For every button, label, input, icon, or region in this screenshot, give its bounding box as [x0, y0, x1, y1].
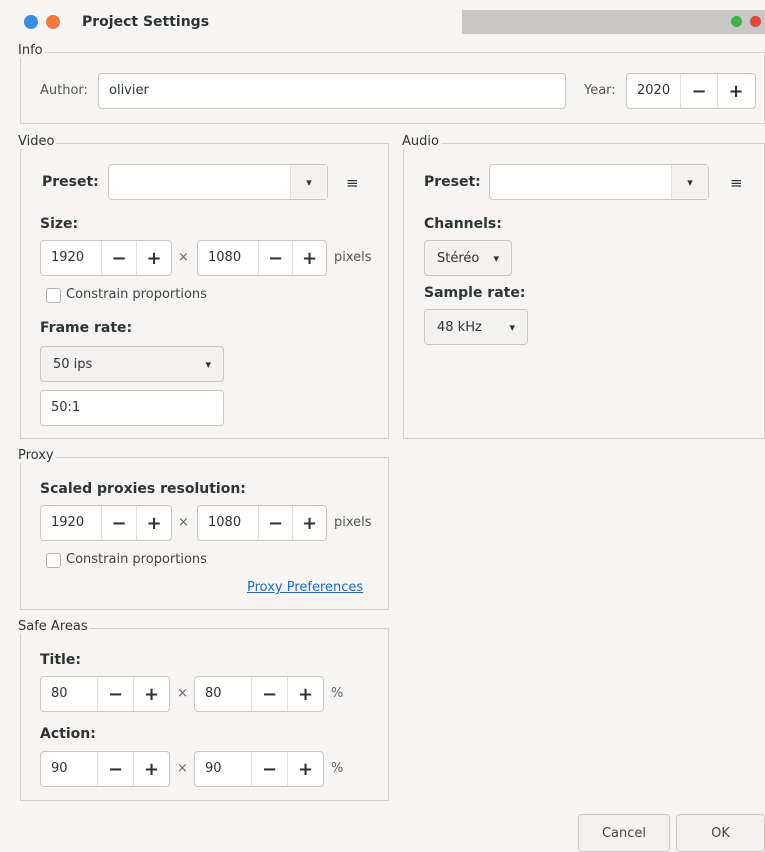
framerate-value[interactable]: 50 ips: [53, 357, 92, 372]
safe-action-label: Action:: [40, 726, 96, 742]
window-blue-dot-icon[interactable]: [24, 15, 38, 29]
safe-title-width-spinner[interactable]: 80 − +: [40, 676, 170, 712]
safe-title-height-increment-button[interactable]: +: [287, 677, 323, 711]
safe-action-width-increment-button[interactable]: +: [133, 752, 169, 786]
proxy-height-value[interactable]: 1080: [198, 506, 258, 540]
safe-action-width-decrement-button[interactable]: −: [97, 752, 133, 786]
audio-preset-menu-icon[interactable]: ≡: [730, 174, 743, 192]
window-close-icon[interactable]: [750, 16, 761, 27]
video-size-unit: pixels: [334, 250, 372, 265]
proxy-height-spinner[interactable]: 1080 − +: [197, 505, 327, 541]
year-spinner[interactable]: 2020 − +: [626, 73, 756, 109]
video-width-spinner[interactable]: 1920 − +: [40, 240, 172, 276]
proxy-width-spinner[interactable]: 1920 − +: [40, 505, 172, 541]
year-increment-button[interactable]: +: [717, 74, 754, 108]
safe-action-height-increment-button[interactable]: +: [287, 752, 323, 786]
chevron-down-icon[interactable]: ▾: [509, 321, 515, 334]
proxy-width-decrement-button[interactable]: −: [101, 506, 136, 540]
author-field[interactable]: olivier: [98, 73, 566, 109]
safe-title-unit: %: [331, 686, 344, 701]
chevron-down-icon[interactable]: ▾: [205, 358, 211, 371]
cancel-button[interactable]: Cancel: [578, 814, 670, 852]
proxy-width-increment-button[interactable]: +: [136, 506, 171, 540]
proxy-width-value[interactable]: 1920: [41, 506, 101, 540]
safe-action-height-spinner[interactable]: 90 − +: [194, 751, 324, 787]
safe-title-width-decrement-button[interactable]: −: [97, 677, 133, 711]
video-width-increment-button[interactable]: +: [136, 241, 171, 275]
safe-title-width-increment-button[interactable]: +: [133, 677, 169, 711]
proxy-height-increment-button[interactable]: +: [292, 506, 326, 540]
scaled-proxies-label: Scaled proxies resolution:: [40, 481, 246, 497]
safe-title-width-value[interactable]: 80: [41, 677, 97, 711]
chevron-down-icon[interactable]: ▾: [290, 165, 327, 199]
video-constrain-label[interactable]: Constrain proportions: [66, 287, 207, 302]
safe-action-height-decrement-button[interactable]: −: [251, 752, 287, 786]
video-preset-combo[interactable]: ▾: [108, 164, 328, 200]
video-size-times: ×: [178, 250, 189, 265]
video-height-decrement-button[interactable]: −: [258, 241, 292, 275]
safe-action-width-value[interactable]: 90: [41, 752, 97, 786]
channels-dropdown[interactable]: Stéréo ▾: [424, 240, 512, 276]
window-title: Project Settings: [82, 14, 210, 30]
samplerate-value[interactable]: 48 kHz: [437, 320, 482, 335]
channels-label: Channels:: [424, 216, 502, 232]
video-height-spinner[interactable]: 1080 − +: [197, 240, 327, 276]
proxy-size-times: ×: [178, 515, 189, 530]
safe-action-unit: %: [331, 761, 344, 776]
proxy-constrain-label[interactable]: Constrain proportions: [66, 552, 207, 567]
proxy-height-decrement-button[interactable]: −: [258, 506, 292, 540]
video-width-decrement-button[interactable]: −: [101, 241, 136, 275]
safe-areas-legend: Safe Areas: [18, 619, 90, 634]
video-width-value[interactable]: 1920: [41, 241, 101, 275]
video-preset-menu-icon[interactable]: ≡: [346, 174, 359, 192]
title-bar: Project Settings: [0, 0, 765, 38]
samplerate-dropdown[interactable]: 48 kHz ▾: [424, 309, 528, 345]
proxy-preferences-link[interactable]: Proxy Preferences: [247, 580, 363, 595]
safe-action-height-value[interactable]: 90: [195, 752, 251, 786]
safe-action-times: ×: [177, 761, 188, 776]
video-legend: Video: [18, 134, 57, 149]
audio-legend: Audio: [402, 134, 441, 149]
proxy-legend: Proxy: [18, 448, 56, 463]
author-label: Author:: [40, 83, 88, 98]
video-preset-label: Preset:: [42, 174, 99, 190]
title-bar-background: [462, 10, 765, 34]
year-decrement-button[interactable]: −: [680, 74, 717, 108]
samplerate-label: Sample rate:: [424, 285, 526, 301]
framerate-label: Frame rate:: [40, 320, 133, 336]
window-maximize-icon[interactable]: [731, 16, 742, 27]
year-label: Year:: [584, 83, 616, 98]
ok-button[interactable]: OK: [676, 814, 765, 852]
proxy-size-unit: pixels: [334, 515, 372, 530]
framerate-entry[interactable]: 50:1: [40, 390, 224, 426]
chevron-down-icon[interactable]: ▾: [493, 252, 499, 265]
audio-preset-value[interactable]: [490, 165, 671, 199]
framerate-dropdown[interactable]: 50 ips ▾: [40, 346, 224, 382]
safe-action-width-spinner[interactable]: 90 − +: [40, 751, 170, 787]
year-value[interactable]: 2020: [627, 74, 680, 108]
chevron-down-icon[interactable]: ▾: [671, 165, 708, 199]
info-legend: Info: [18, 43, 45, 58]
safe-title-label: Title:: [40, 652, 81, 668]
audio-preset-label: Preset:: [424, 174, 481, 190]
safe-title-height-spinner[interactable]: 80 − +: [194, 676, 324, 712]
video-preset-value[interactable]: [109, 165, 290, 199]
proxy-constrain-checkbox[interactable]: [46, 553, 61, 568]
video-height-increment-button[interactable]: +: [292, 241, 326, 275]
video-height-value[interactable]: 1080: [198, 241, 258, 275]
safe-title-height-value[interactable]: 80: [195, 677, 251, 711]
safe-title-times: ×: [177, 686, 188, 701]
video-size-label: Size:: [40, 216, 79, 232]
safe-title-height-decrement-button[interactable]: −: [251, 677, 287, 711]
window-orange-dot-icon[interactable]: [46, 15, 60, 29]
video-constrain-checkbox[interactable]: [46, 288, 61, 303]
audio-preset-combo[interactable]: ▾: [489, 164, 709, 200]
channels-value[interactable]: Stéréo: [437, 251, 479, 266]
